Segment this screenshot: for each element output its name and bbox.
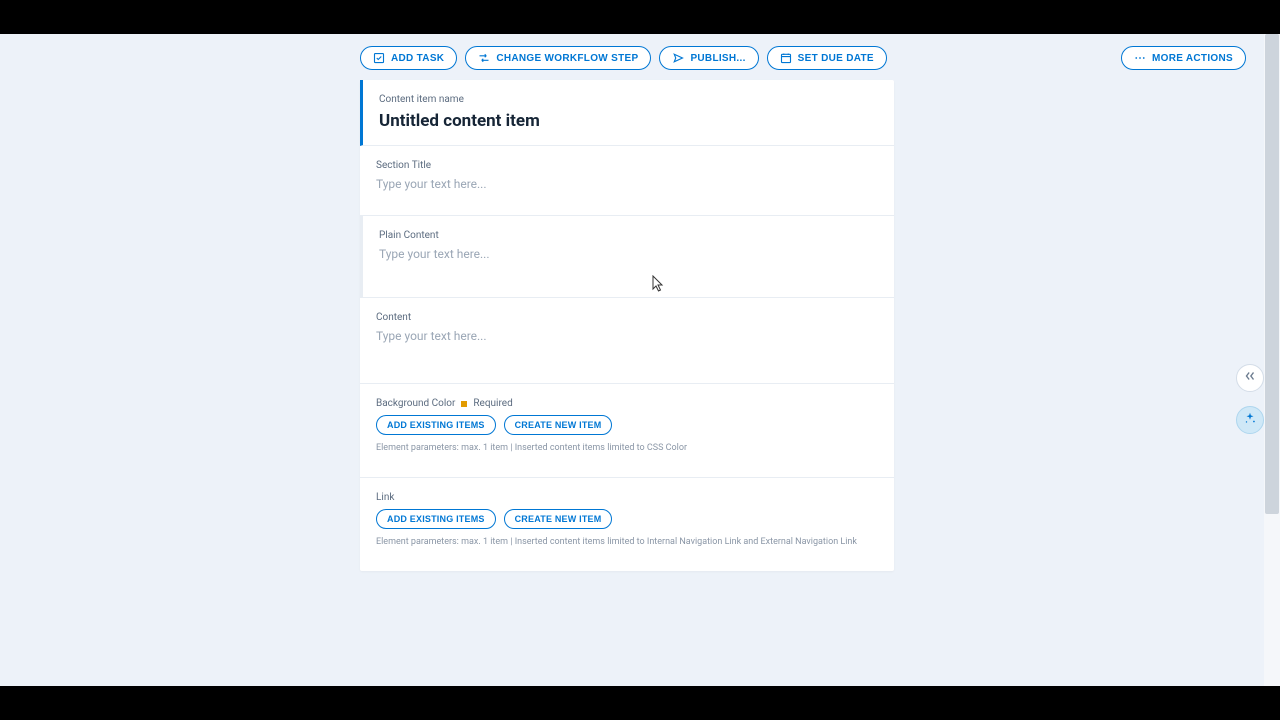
- workflow-icon: [478, 52, 490, 64]
- change-workflow-button[interactable]: CHANGE WORKFLOW STEP: [465, 46, 651, 70]
- bg-hint-text: Element parameters: max. 1 item | Insert…: [376, 443, 878, 453]
- more-icon: [1134, 52, 1146, 64]
- bg-add-existing-button[interactable]: ADD EXISTING ITEMS: [376, 415, 496, 435]
- publish-icon: [672, 52, 684, 64]
- header-section: Content item name Untitled content item: [360, 80, 894, 146]
- content-item-name-label: Content item name: [379, 94, 878, 105]
- set-due-date-label: SET DUE DATE: [798, 53, 874, 64]
- content-field: Content Type your text here...: [360, 298, 894, 384]
- plain-content-input[interactable]: Type your text here...: [379, 247, 878, 261]
- link-add-existing-button[interactable]: ADD EXISTING ITEMS: [376, 509, 496, 529]
- more-actions-button[interactable]: MORE ACTIONS: [1121, 46, 1246, 70]
- content-card: Content item name Untitled content item …: [360, 80, 894, 571]
- required-text: Required: [473, 398, 512, 409]
- link-create-new-button[interactable]: CREATE NEW ITEM: [504, 509, 613, 529]
- add-task-icon: [373, 52, 385, 64]
- chevron-left-icon: [1243, 369, 1257, 387]
- side-buttons: [1236, 364, 1264, 434]
- link-label: Link: [376, 492, 878, 503]
- scrollbar-track[interactable]: [1264, 34, 1280, 686]
- section-title-label: Section Title: [376, 160, 878, 171]
- link-hint-text: Element parameters: max. 1 item | Insert…: [376, 537, 878, 547]
- bottom-black-bar: [0, 686, 1280, 720]
- ai-assist-button[interactable]: [1236, 406, 1264, 434]
- section-title-input[interactable]: Type your text here...: [376, 177, 878, 191]
- add-task-label: ADD TASK: [391, 53, 444, 64]
- content-input[interactable]: Type your text here...: [376, 329, 878, 343]
- content-item-name-value[interactable]: Untitled content item: [379, 111, 878, 131]
- plain-content-field: Plain Content Type your text here...: [360, 216, 894, 298]
- section-title-field: Section Title Type your text here...: [360, 146, 894, 216]
- sparkle-icon: [1243, 411, 1257, 429]
- bg-create-new-button[interactable]: CREATE NEW ITEM: [504, 415, 613, 435]
- plain-content-label: Plain Content: [379, 230, 878, 241]
- link-field: Link ADD EXISTING ITEMS CREATE NEW ITEM …: [360, 478, 894, 571]
- add-task-button[interactable]: ADD TASK: [360, 46, 457, 70]
- more-actions-label: MORE ACTIONS: [1152, 53, 1233, 64]
- toolbar: ADD TASK CHANGE WORKFLOW STEP PUBLISH...…: [360, 34, 1264, 80]
- top-black-bar: [0, 0, 1280, 34]
- set-due-date-button[interactable]: SET DUE DATE: [767, 46, 887, 70]
- change-workflow-label: CHANGE WORKFLOW STEP: [496, 53, 638, 64]
- background-color-label: Background Color: [376, 398, 455, 409]
- content-label: Content: [376, 312, 878, 323]
- background-color-field: Background Color Required ADD EXISTING I…: [360, 384, 894, 478]
- publish-label: PUBLISH...: [690, 53, 745, 64]
- scrollbar-thumb[interactable]: [1265, 34, 1279, 514]
- publish-button[interactable]: PUBLISH...: [659, 46, 758, 70]
- content-area: ADD TASK CHANGE WORKFLOW STEP PUBLISH...…: [0, 34, 1264, 686]
- required-indicator-icon: [461, 401, 467, 407]
- collapse-panel-button[interactable]: [1236, 364, 1264, 392]
- calendar-icon: [780, 52, 792, 64]
